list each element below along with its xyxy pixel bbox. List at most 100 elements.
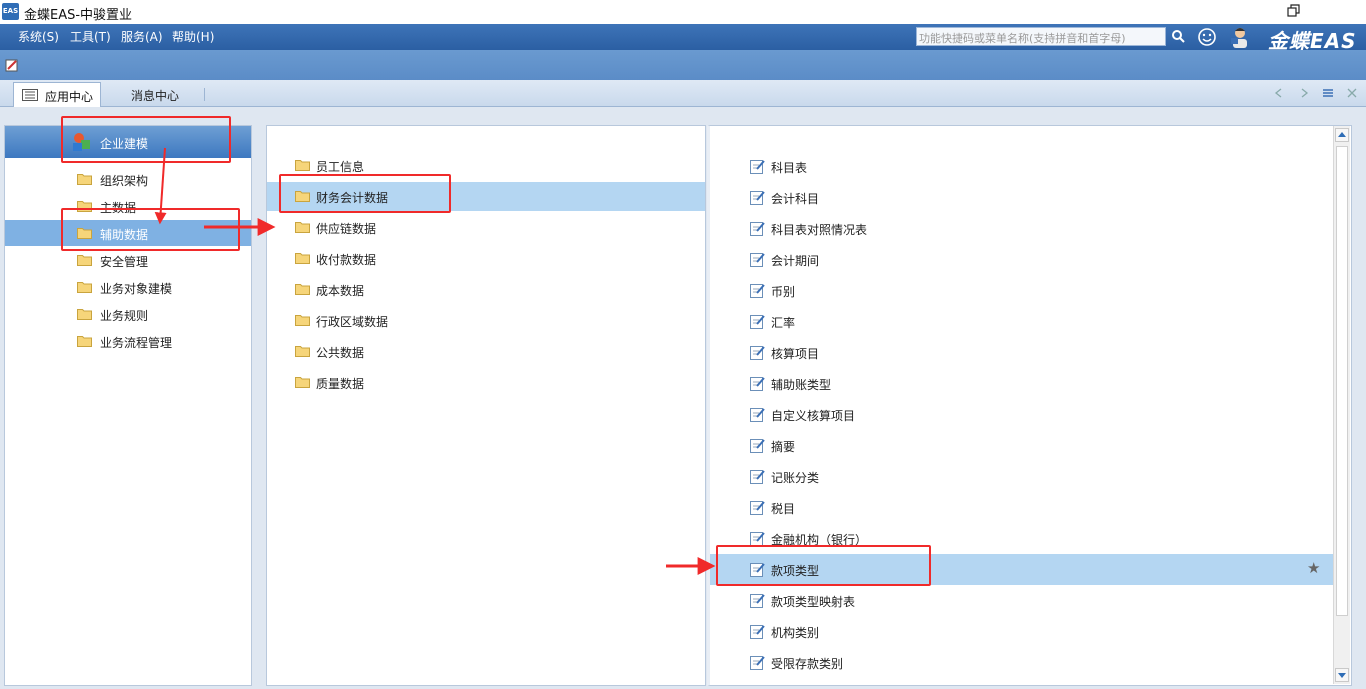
eas-app-icon: EAS xyxy=(2,3,19,20)
tab-next-icon[interactable] xyxy=(1298,87,1310,99)
scroll-down-button[interactable] xyxy=(1335,668,1349,682)
function-item[interactable]: 科目表对照情况表 xyxy=(710,213,1336,244)
scroll-thumb[interactable] xyxy=(1336,146,1348,616)
document-edit-icon xyxy=(750,625,765,639)
function-item-label: 受限存款类别 xyxy=(771,657,844,671)
function-item[interactable]: 自定义核算项目 xyxy=(710,399,1336,430)
tab-bar: 应用中心 消息中心 xyxy=(0,80,1366,107)
title-bar: EAS 金蝶EAS-中骏置业 xyxy=(0,0,1366,24)
folder-icon xyxy=(77,255,92,266)
menu-bar: 系统(S) 工具(T) 服务(A) 帮助(H) 功能快捷码或菜单名称(支持拼音和… xyxy=(0,24,1366,53)
search-input[interactable]: 功能快捷码或菜单名称(支持拼音和首字母) xyxy=(916,27,1166,46)
folder-icon xyxy=(295,160,310,171)
function-item[interactable]: 款项类型映射表 xyxy=(710,585,1336,616)
function-item-label: 税目 xyxy=(771,502,796,516)
restore-icon[interactable] xyxy=(1287,4,1301,18)
category-item[interactable]: 行政区域数据 xyxy=(267,306,705,335)
menu-help[interactable]: 帮助(H) xyxy=(172,28,214,45)
window-title: 金蝶EAS-中骏置业 xyxy=(24,8,133,23)
document-edit-icon xyxy=(750,656,765,670)
function-panel: 科目表会计科目科目表对照情况表会计期间币别汇率核算项目辅助账类型自定义核算项目摘… xyxy=(707,125,1352,686)
document-edit-icon xyxy=(750,315,765,329)
function-item-label: 币别 xyxy=(771,285,796,299)
category-item-label: 质量数据 xyxy=(316,377,365,391)
document-edit-icon xyxy=(750,594,765,608)
smile-icon[interactable] xyxy=(1197,27,1217,47)
tab-message-center[interactable]: 消息中心 xyxy=(131,87,179,104)
folder-icon xyxy=(77,336,92,347)
function-item[interactable]: 受限存款类别 xyxy=(710,647,1336,678)
left-nav-item-label: 安全管理 xyxy=(100,255,149,269)
annotation-box-aux-data xyxy=(61,208,240,251)
function-item[interactable]: 汇率 xyxy=(710,306,1336,337)
document-edit-icon xyxy=(750,346,765,360)
category-item[interactable]: 供应链数据 xyxy=(267,213,705,242)
folder-icon xyxy=(77,309,92,320)
left-nav-item-label: 业务对象建模 xyxy=(100,282,173,296)
menu-tools[interactable]: 工具(T) xyxy=(70,28,111,45)
star-icon[interactable]: ★ xyxy=(1307,559,1320,577)
category-item[interactable]: 质量数据 xyxy=(267,368,705,397)
function-item[interactable]: 核算项目 xyxy=(710,337,1336,368)
function-item[interactable]: 科目表 xyxy=(710,151,1336,182)
function-item[interactable]: 摘要 xyxy=(710,430,1336,461)
tab-list-icon[interactable] xyxy=(1322,87,1334,99)
function-item[interactable]: 会计期间 xyxy=(710,244,1336,275)
tab-app-center[interactable]: 应用中心 xyxy=(13,82,101,107)
folder-icon xyxy=(295,315,310,326)
function-item[interactable]: 机构类别 xyxy=(710,616,1336,647)
left-nav-item[interactable]: 组织架构 xyxy=(5,166,251,192)
folder-icon xyxy=(295,222,310,233)
right-scrollbar[interactable] xyxy=(1333,126,1350,684)
document-edit-icon xyxy=(750,253,765,267)
category-item-label: 成本数据 xyxy=(316,284,365,298)
tab-close-icon[interactable] xyxy=(1346,87,1358,99)
document-edit-icon xyxy=(750,439,765,453)
document-edit-icon xyxy=(750,501,765,515)
category-item-label: 行政区域数据 xyxy=(316,315,389,329)
left-nav-item-label: 业务规则 xyxy=(100,309,149,323)
document-edit-icon xyxy=(750,284,765,298)
search-icon[interactable] xyxy=(1170,28,1186,44)
tab-separator xyxy=(204,88,205,101)
category-item-label: 员工信息 xyxy=(316,160,365,174)
menu-system[interactable]: 系统(S) xyxy=(18,28,59,45)
left-nav-item[interactable]: 业务对象建模 xyxy=(5,274,251,300)
function-item-label: 核算项目 xyxy=(771,347,820,361)
folder-icon xyxy=(295,346,310,357)
function-item[interactable]: 会计科目 xyxy=(710,182,1336,213)
function-item-label: 汇率 xyxy=(771,316,796,330)
tab-app-center-label: 应用中心 xyxy=(45,90,94,104)
function-item-label: 机构类别 xyxy=(771,626,820,640)
category-item[interactable]: 收付款数据 xyxy=(267,244,705,273)
left-nav-item-label: 组织架构 xyxy=(100,174,149,188)
function-item-label: 会计期间 xyxy=(771,254,820,268)
left-nav-item-label: 业务流程管理 xyxy=(100,336,173,350)
document-edit-icon xyxy=(750,191,765,205)
folder-icon xyxy=(295,284,310,295)
annotation-box-payment-type xyxy=(716,545,931,586)
function-item-label: 自定义核算项目 xyxy=(771,409,856,423)
document-edit-icon xyxy=(750,160,765,174)
function-item-label: 会计科目 xyxy=(771,192,820,206)
tab-prev-icon[interactable] xyxy=(1273,87,1285,99)
edit-tool-icon[interactable] xyxy=(5,58,19,72)
chevron-up-icon xyxy=(1338,132,1346,137)
function-item[interactable]: 币别 xyxy=(710,275,1336,306)
left-nav-item[interactable]: 业务流程管理 xyxy=(5,328,251,354)
function-item[interactable]: 税目 xyxy=(710,492,1336,523)
annotation-box-enterprise xyxy=(61,116,231,163)
category-item[interactable]: 公共数据 xyxy=(267,337,705,366)
function-item-label: 记账分类 xyxy=(771,471,820,485)
document-edit-icon xyxy=(750,377,765,391)
left-nav-item[interactable]: 业务规则 xyxy=(5,301,251,327)
function-item[interactable]: 辅助账类型 xyxy=(710,368,1336,399)
scroll-up-button[interactable] xyxy=(1335,128,1349,142)
category-item[interactable]: 成本数据 xyxy=(267,275,705,304)
function-item-label: 摘要 xyxy=(771,440,796,454)
user-icon[interactable] xyxy=(1228,25,1252,49)
annotation-box-finance xyxy=(279,174,451,213)
toolbar xyxy=(0,50,1366,80)
function-item[interactable]: 记账分类 xyxy=(710,461,1336,492)
menu-service[interactable]: 服务(A) xyxy=(121,28,163,45)
